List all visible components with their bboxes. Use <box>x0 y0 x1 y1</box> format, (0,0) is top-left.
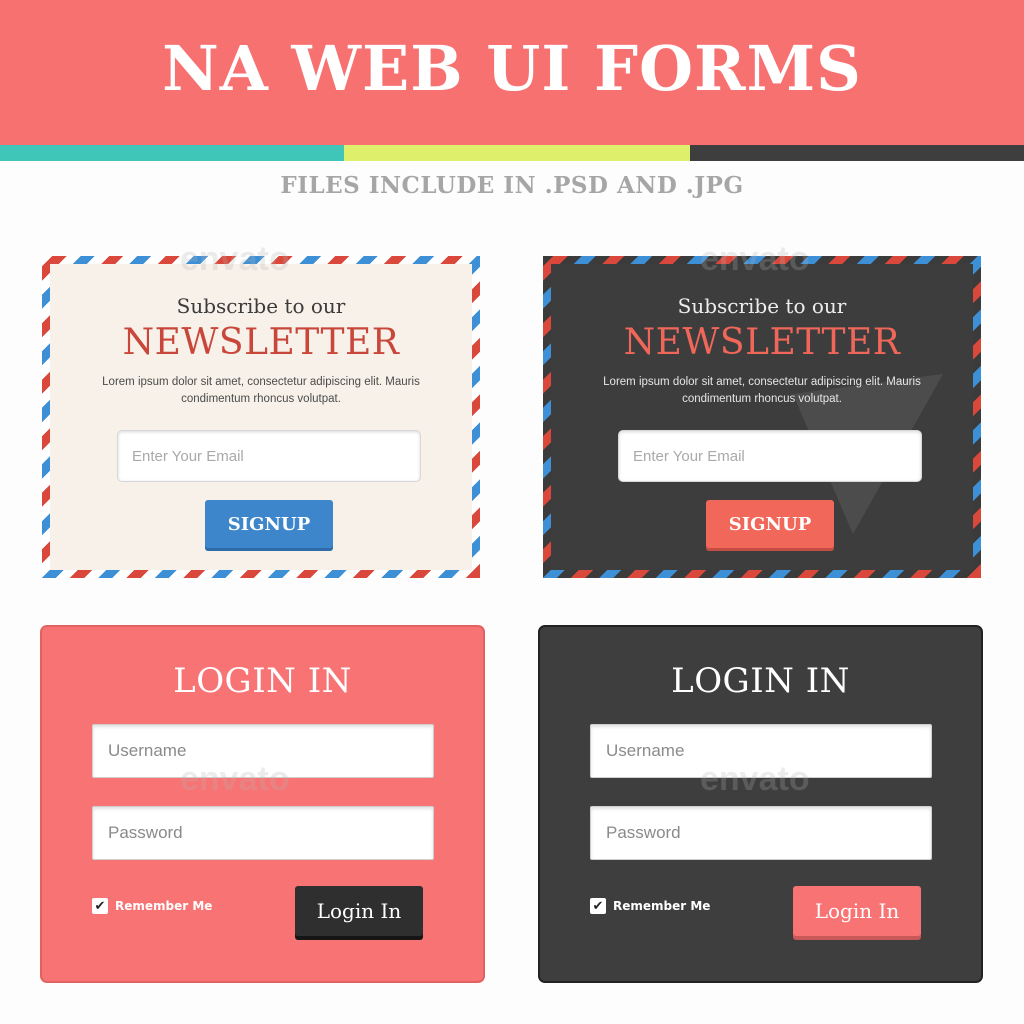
remember-me[interactable]: ✔ Remember Me <box>92 898 212 914</box>
newsletter-subheading: Subscribe to our <box>176 294 346 318</box>
login-title: LOGIN IN <box>173 661 352 701</box>
signup-button[interactable]: SIGNUP <box>205 500 333 548</box>
login-card-pink: LOGIN IN ✔ Remember Me Login In <box>40 625 485 983</box>
newsletter-subheading: Subscribe to our <box>677 294 847 318</box>
header-banner: NA WEB UI FORMS <box>0 0 1024 145</box>
newsletter-card-light: Subscribe to our NEWSLETTER Lorem ipsum … <box>42 256 480 578</box>
username-input[interactable] <box>590 724 932 778</box>
remember-me-label: Remember Me <box>115 899 213 913</box>
page-title: NA WEB UI FORMS <box>162 32 862 105</box>
accent-bar-lime <box>344 145 690 161</box>
remember-me-checkbox[interactable]: ✔ <box>92 898 108 914</box>
newsletter-description: Lorem ipsum dolor sit amet, consectetur … <box>102 376 420 405</box>
password-input[interactable] <box>92 806 434 860</box>
login-card-dark: LOGIN IN ✔ Remember Me Login In <box>538 625 983 983</box>
remember-me-label: Remember Me <box>613 899 711 913</box>
login-button[interactable]: Login In <box>295 886 423 936</box>
signup-button[interactable]: SIGNUP <box>706 500 834 548</box>
accent-bar-dark <box>690 145 1024 161</box>
newsletter-description: Lorem ipsum dolor sit amet, consectetur … <box>603 376 921 405</box>
newsletter-heading: NEWSLETTER <box>122 322 400 363</box>
remember-me-checkbox[interactable]: ✔ <box>590 898 606 914</box>
password-input[interactable] <box>590 806 932 860</box>
remember-me[interactable]: ✔ Remember Me <box>590 898 710 914</box>
page-subtitle: FILES INCLUDE IN .PSD AND .JPG <box>280 172 744 199</box>
login-title: LOGIN IN <box>671 661 850 701</box>
email-input[interactable] <box>117 430 421 482</box>
newsletter-card-body: Subscribe to our NEWSLETTER Lorem ipsum … <box>551 264 973 570</box>
accent-bar-teal <box>0 145 344 161</box>
email-input[interactable] <box>618 430 922 482</box>
login-button[interactable]: Login In <box>793 886 921 936</box>
newsletter-card-body: Subscribe to our NEWSLETTER Lorem ipsum … <box>50 264 472 570</box>
username-input[interactable] <box>92 724 434 778</box>
newsletter-card-dark: Subscribe to our NEWSLETTER Lorem ipsum … <box>543 256 981 578</box>
newsletter-heading: NEWSLETTER <box>623 322 901 363</box>
